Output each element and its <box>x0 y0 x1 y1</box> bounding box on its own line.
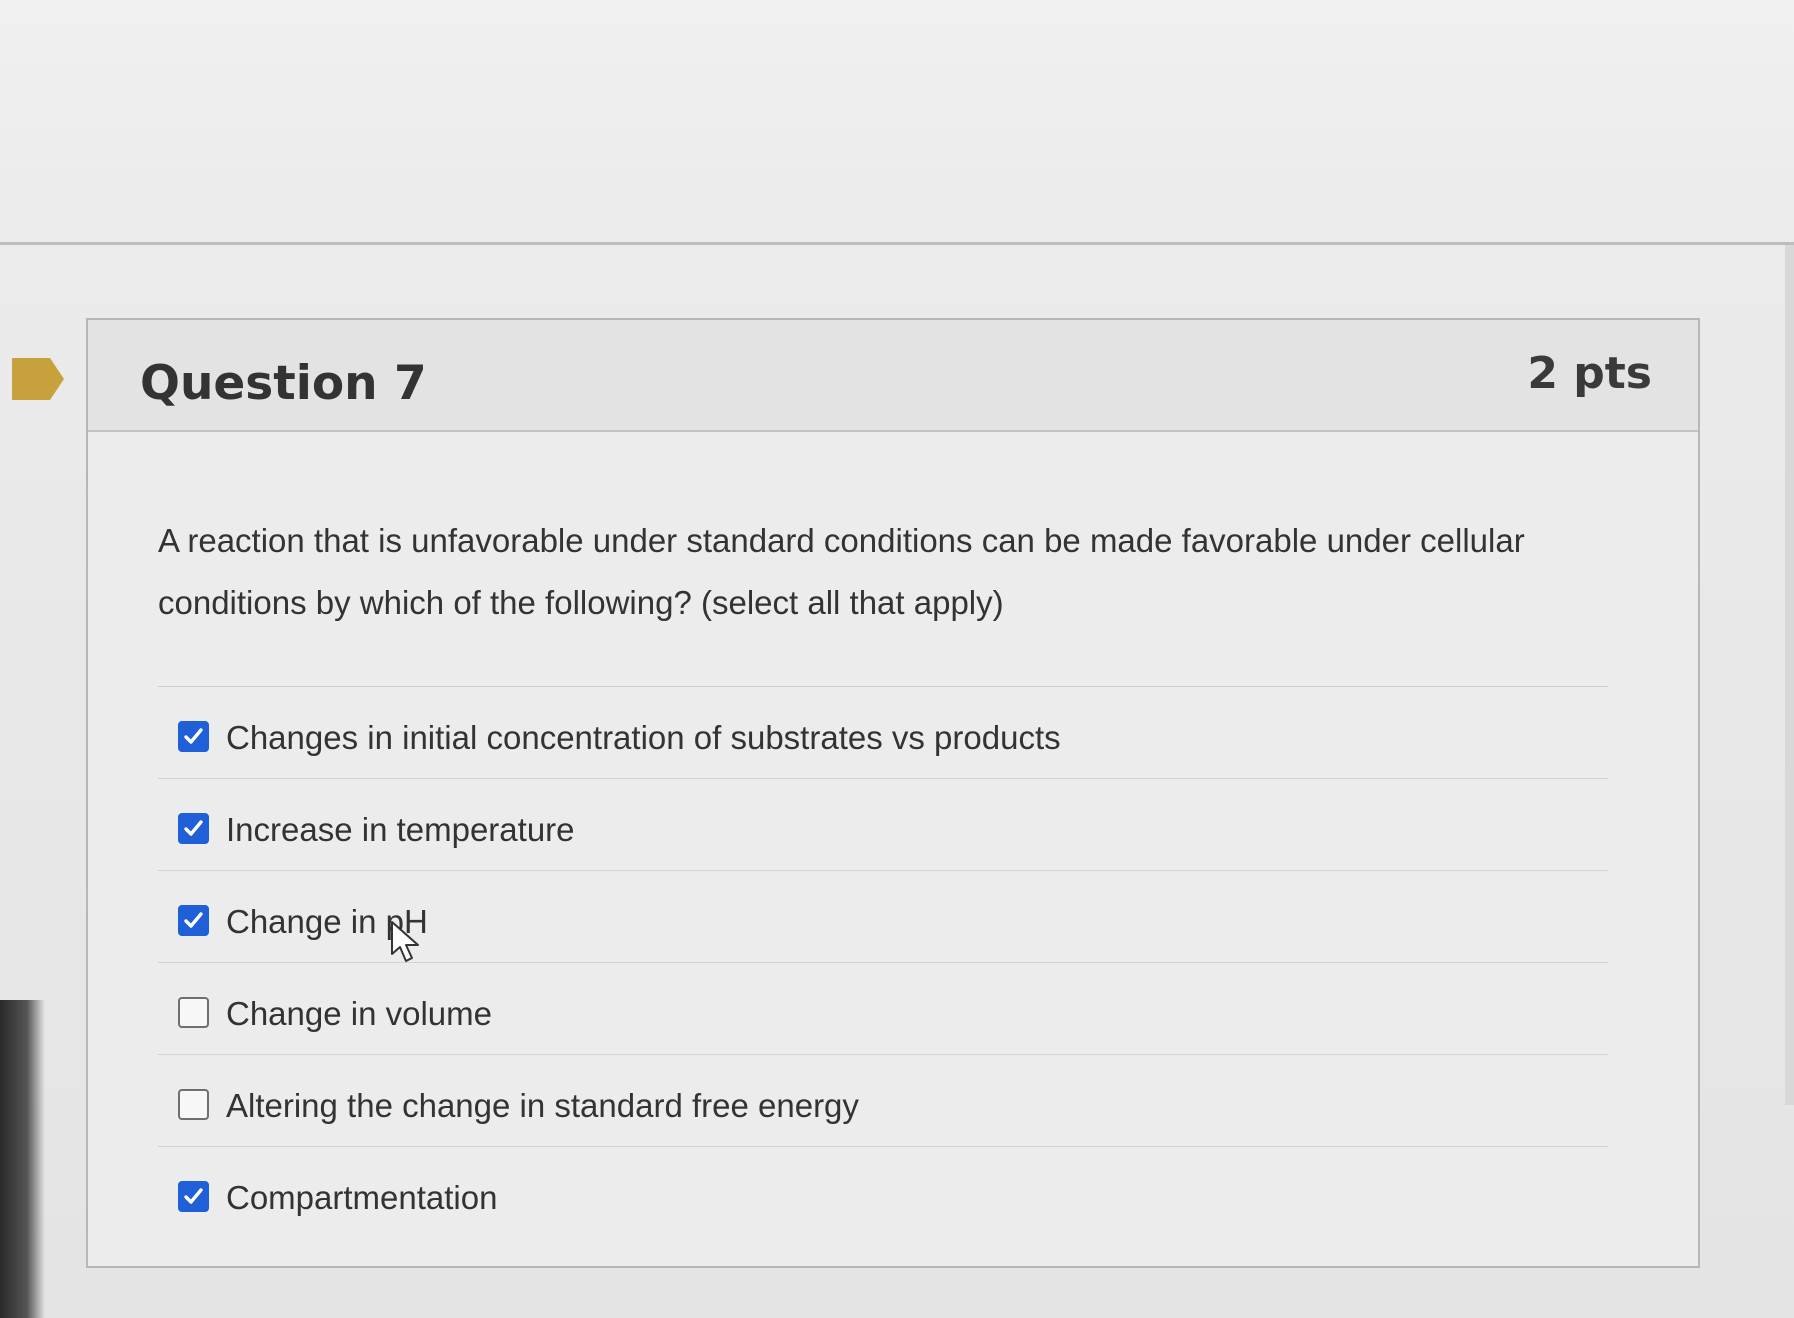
answer-checkbox[interactable] <box>178 813 209 844</box>
left-edge-shadow <box>0 1000 45 1318</box>
checkmark-icon <box>184 1188 203 1204</box>
answer-label[interactable]: Change in volume <box>226 994 492 1034</box>
answer-checkbox[interactable] <box>178 1089 209 1120</box>
answer-label[interactable]: Increase in temperature <box>226 810 575 850</box>
bookmark-flag-icon[interactable] <box>12 358 64 400</box>
question-title: Question 7 <box>140 356 427 411</box>
answer-option[interactable]: Change in volume <box>158 963 1608 1055</box>
answer-option[interactable]: Altering the change in standard free ene… <box>158 1055 1608 1147</box>
checkmark-icon <box>184 820 203 836</box>
checkmark-icon <box>184 912 203 928</box>
answer-checkbox[interactable] <box>178 1181 209 1212</box>
answer-option[interactable]: Compartmentation <box>158 1147 1608 1239</box>
top-divider <box>0 242 1794 245</box>
answer-list: Changes in initial concentration of subs… <box>158 686 1608 1239</box>
question-header: Question 7 2 pts <box>88 320 1698 432</box>
right-edge-shadow <box>1785 245 1794 1105</box>
mouse-cursor-icon <box>391 921 419 962</box>
answer-option[interactable]: Changes in initial concentration of subs… <box>158 687 1608 779</box>
question-text-line-1: A reaction that is unfavorable under sta… <box>158 522 1525 559</box>
checkmark-icon <box>184 728 203 744</box>
question-text: A reaction that is unfavorable under sta… <box>158 510 1618 634</box>
answer-label[interactable]: Compartmentation <box>226 1178 497 1218</box>
question-card: Question 7 2 pts A reaction that is unfa… <box>86 318 1700 1268</box>
answer-checkbox[interactable] <box>178 721 209 752</box>
answer-checkbox[interactable] <box>178 997 209 1028</box>
answer-label[interactable]: Altering the change in standard free ene… <box>226 1086 859 1126</box>
question-points: 2 pts <box>1527 348 1652 399</box>
browser-top-area <box>0 0 1794 242</box>
answer-option[interactable]: Increase in temperature <box>158 779 1608 871</box>
answer-label[interactable]: Changes in initial concentration of subs… <box>226 718 1061 758</box>
answer-option[interactable]: Change in pH <box>158 871 1608 963</box>
question-text-line-2: conditions by which of the following? (s… <box>158 584 1004 621</box>
answer-checkbox[interactable] <box>178 905 209 936</box>
